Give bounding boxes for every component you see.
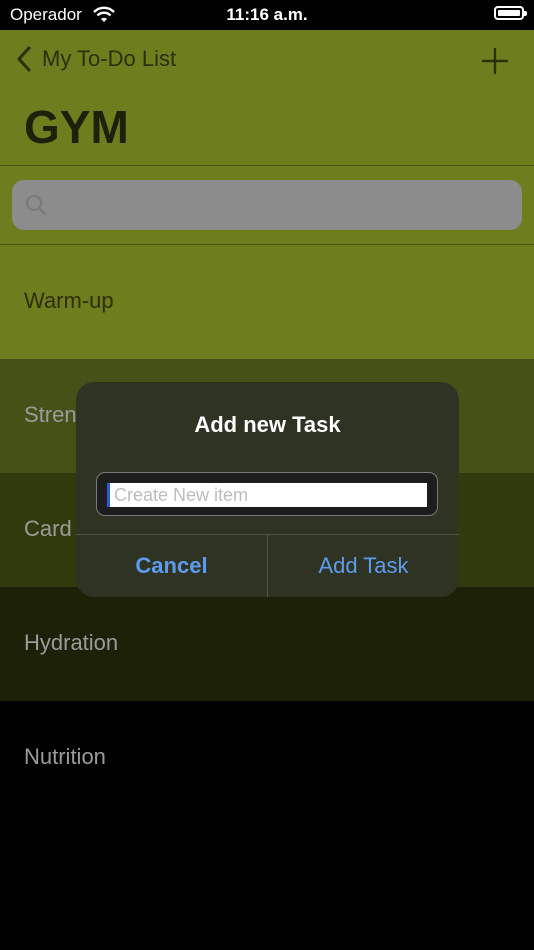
task-name-input[interactable] [107,483,427,507]
dialog-title: Add new Task [194,412,341,437]
page-title: GYM [24,101,129,153]
search-bar[interactable] [12,180,522,230]
list-item[interactable]: Nutrition [0,701,534,815]
battery-icon [494,6,527,20]
list-item-label: Warm-up [24,288,114,313]
status-bar: Operador 11:16 a.m. [0,0,534,30]
task-input-container [96,472,438,516]
list-item[interactable]: Warm-up [0,245,534,359]
list-item[interactable]: Hydration [0,587,534,701]
add-task-dialog: Add new Task Cancel Add Task [76,382,459,597]
list-item-label: Hydration [24,630,119,655]
navigation-header: My To-Do List GYM [0,30,534,245]
header-divider [0,165,534,166]
search-icon [25,194,47,216]
chevron-left-icon [17,46,31,72]
back-label: My To-Do List [42,46,177,71]
clock: 11:16 a.m. [226,5,308,24]
list-item-label: Nutrition [24,744,106,769]
add-task-button[interactable]: Add Task [268,535,459,597]
back-button[interactable]: My To-Do List [12,44,176,74]
list-item-label: Stren [24,402,77,427]
cancel-button[interactable]: Cancel [76,535,267,597]
list-item-label: Card [24,516,72,541]
add-icon[interactable] [480,46,510,76]
